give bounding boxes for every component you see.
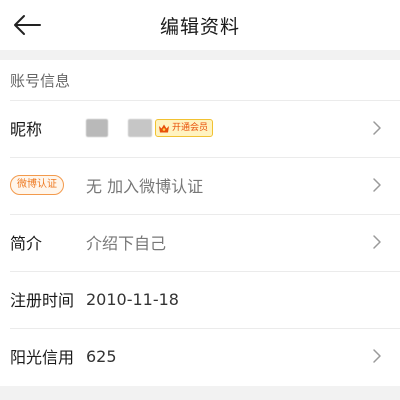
register-time-value: 2010-11-18 [86, 289, 179, 309]
arrow-left-icon [14, 15, 41, 35]
intro-label: 简介 [10, 234, 43, 253]
nickname-row[interactable]: 昵称 开通会员 [0, 100, 400, 156]
chevron-right-icon [373, 235, 381, 249]
blurred-nickname-part-1 [86, 119, 108, 137]
weibo-verification-row[interactable]: 微博认证 无 加入微博认证 [0, 157, 400, 213]
chevron-right-icon [373, 349, 381, 363]
open-vip-label: 开通会员 [172, 122, 209, 133]
register-time-row: 注册时间 2010-11-18 [0, 271, 400, 327]
back-button[interactable] [10, 10, 44, 40]
weibo-verification-value: 无 加入微博认证 [86, 177, 204, 196]
nickname-label: 昵称 [10, 120, 43, 139]
top-bar: 编辑资料 [0, 0, 400, 50]
bottom-gap [0, 386, 400, 400]
register-time-label: 注册时间 [10, 291, 75, 310]
chevron-right-icon [373, 121, 381, 135]
sunshine-credit-row[interactable]: 阳光信用 625 [0, 328, 400, 384]
intro-row[interactable]: 简介 介绍下自己 [0, 214, 400, 270]
open-vip-badge[interactable]: 开通会员 [155, 119, 214, 137]
crown-icon [159, 124, 169, 132]
page-title: 编辑资料 [159, 15, 240, 38]
section-gap [0, 50, 400, 60]
weibo-badge-wrap: 微博认证 [10, 175, 86, 195]
sunshine-credit-label: 阳光信用 [10, 348, 75, 367]
weibo-verification-badge: 微博认证 [10, 175, 64, 195]
section-title: 账号信息 [10, 71, 71, 90]
nickname-value: 开通会员 [86, 119, 400, 137]
blurred-nickname-part-2 [128, 119, 152, 137]
intro-value: 介绍下自己 [86, 234, 167, 253]
chevron-right-icon [373, 178, 381, 192]
sunshine-credit-value: 625 [86, 346, 117, 366]
